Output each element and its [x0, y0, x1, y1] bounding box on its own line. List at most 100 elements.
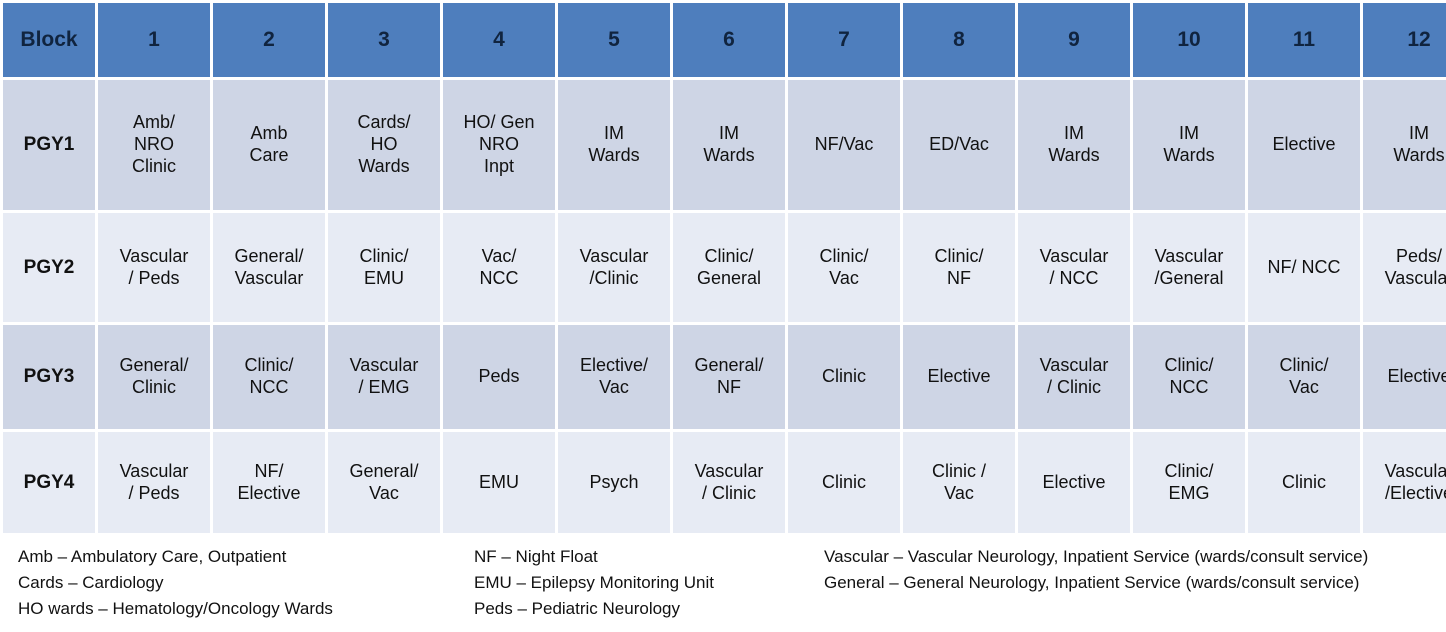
header-row: Block 1 2 3 4 5 6 7 8 9 10 11 12: [3, 3, 1446, 77]
cell-pgy1-block-11: Elective: [1248, 80, 1360, 210]
cell-pgy3-block-4: Peds: [443, 325, 555, 429]
cell-line: Wards: [358, 155, 410, 176]
cell-pgy3-block-3: Vascular / EMG: [328, 325, 440, 429]
cell-text: Vascular / Peds: [98, 461, 210, 505]
row-header-pgy3: PGY3: [3, 325, 95, 429]
cell-line: Elective: [237, 482, 301, 503]
cell-line: EMU: [364, 267, 404, 288]
cell-line: Vascular: [1384, 267, 1446, 288]
legend-column-1: Amb – Ambulatory Care, Outpatient Cards –…: [18, 544, 458, 622]
table-header: Block 1 2 3 4 5 6 7 8 9 10 11 12: [3, 3, 1446, 77]
cell-text: Vascular / EMG: [328, 355, 440, 399]
cell-text: IM Wards: [558, 123, 670, 167]
schedule-row-pgy1: PGY1 Amb/NRO Clinic Amb Care Cards/HO Wards HO/…: [3, 80, 1446, 210]
cell-line: General/: [234, 245, 304, 266]
cell-pgy4-block-9: Elective: [1018, 432, 1130, 533]
cell-line: Vascular: [694, 460, 764, 481]
cell-line: Vascular: [1154, 245, 1224, 266]
cell-line: Cards/: [357, 112, 411, 133]
cell-line: Clinic/: [1279, 355, 1329, 376]
cell-text: NF/ NCC: [1248, 257, 1360, 279]
cell-text: Vascular/Elective: [1363, 461, 1446, 505]
cell-text: ED/Vac: [903, 134, 1015, 156]
legend-entry: NF – Night Float: [474, 547, 598, 566]
schedule-row-pgy3: PGY3 General/Clinic Clinic/NCC Vascular / EM…: [3, 325, 1446, 429]
cell-text: Clinic: [788, 366, 900, 388]
cell-line: NCC: [1169, 377, 1209, 397]
cell-line: Clinic/: [1164, 460, 1214, 481]
cell-text: Clinic / Vac: [903, 461, 1015, 505]
header-block-11: 11: [1248, 3, 1360, 77]
cell-line: / Peds: [128, 267, 180, 288]
cell-text: Amb Care: [213, 123, 325, 167]
header-block-1: 1: [98, 3, 210, 77]
cell-text: Clinic/Vac: [788, 246, 900, 290]
cell-line: General/: [119, 355, 189, 376]
legend-column-3: Vascular – Vascular Neurology, Inpatient…: [824, 544, 1434, 596]
cell-line: Vascular: [119, 460, 189, 481]
cell-line: Clinic: [821, 471, 866, 492]
cell-text: Clinic: [788, 472, 900, 494]
cell-pgy3-block-9: Vascular / Clinic: [1018, 325, 1130, 429]
cell-pgy4-block-12: Vascular/Elective: [1363, 432, 1446, 533]
cell-pgy2-block-8: Clinic/NF: [903, 213, 1015, 322]
legend-column-2: NF – Night Float EMU – Epilepsy Monitorin…: [474, 544, 804, 622]
rotation-schedule-table: Block 1 2 3 4 5 6 7 8 9 10 11 12 PGY1 Amb…: [0, 0, 1446, 536]
cell-line: General: [696, 267, 762, 288]
cell-line: Elective: [1387, 366, 1446, 387]
cell-pgy3-block-10: Clinic/NCC: [1133, 325, 1245, 429]
legend-entry: EMU – Epilepsy Monitoring Unit: [474, 573, 714, 592]
cell-text: NF/Elective: [213, 461, 325, 505]
cell-line: / NCC: [1049, 267, 1099, 288]
cell-pgy1-block-9: IM Wards: [1018, 80, 1130, 210]
cell-line: Clinic: [131, 377, 176, 397]
cell-line: HO/ Gen: [463, 112, 535, 133]
cell-pgy2-block-2: General/Vascular: [213, 213, 325, 322]
cell-line: Inpt: [483, 155, 515, 176]
cell-line: EMU: [479, 471, 519, 492]
cell-line: Peds: [478, 366, 520, 387]
cell-pgy4-block-11: Clinic: [1248, 432, 1360, 533]
cell-line: Wards: [588, 145, 640, 165]
cell-line: Vac/: [481, 245, 517, 266]
cell-line: Vascular: [1039, 245, 1109, 266]
cell-line: Wards: [1048, 145, 1100, 165]
row-header-pgy2: PGY2: [3, 213, 95, 322]
header-block-5: 5: [558, 3, 670, 77]
cell-pgy2-block-3: Clinic/EMU: [328, 213, 440, 322]
cell-pgy2-block-1: Vascular / Peds: [98, 213, 210, 322]
cell-pgy3-block-5: Elective/Vac: [558, 325, 670, 429]
cell-text: General/Vac: [328, 461, 440, 505]
cell-pgy3-block-6: General/NF: [673, 325, 785, 429]
cell-line: Clinic/: [1164, 355, 1214, 376]
cell-pgy4-block-10: Clinic/EMG: [1133, 432, 1245, 533]
cell-pgy1-block-4: HO/ Gen NRO Inpt: [443, 80, 555, 210]
cell-line: Care: [249, 145, 289, 165]
legend-entry: Peds – Pediatric Neurology: [474, 599, 681, 618]
schedule-row-pgy2: PGY2 Vascular / Peds General/Vascular Clinic…: [3, 213, 1446, 322]
cell-text: Elective: [1363, 366, 1446, 388]
cell-pgy3-block-2: Clinic/NCC: [213, 325, 325, 429]
cell-pgy3-block-8: Elective: [903, 325, 1015, 429]
cell-line: Clinic: [131, 155, 176, 176]
cell-text: Cards/HO Wards: [328, 112, 440, 178]
cell-line: NF: [717, 377, 741, 397]
cell-line: Vascular: [234, 267, 304, 288]
cell-line: IM: [1409, 123, 1429, 144]
cell-text: Vascular / Peds: [98, 246, 210, 290]
cell-pgy1-block-8: ED/Vac: [903, 80, 1015, 210]
cell-pgy4-block-7: Clinic: [788, 432, 900, 533]
cell-line: / Clinic: [1046, 377, 1101, 397]
cell-pgy4-block-6: Vascular / Clinic: [673, 432, 785, 533]
cell-pgy1-block-5: IM Wards: [558, 80, 670, 210]
cell-line: NF/ NCC: [1267, 256, 1341, 277]
cell-line: ED/Vac: [929, 134, 989, 155]
cell-line: Elective: [927, 366, 991, 387]
cell-text: General/NF: [673, 355, 785, 399]
cell-pgy4-block-2: NF/Elective: [213, 432, 325, 533]
cell-text: Clinic/General: [673, 246, 785, 290]
cell-line: Vac: [599, 377, 629, 397]
cell-line: Clinic/: [819, 245, 869, 266]
cell-text: Elective: [1248, 134, 1360, 156]
cell-line: IM: [719, 123, 739, 144]
